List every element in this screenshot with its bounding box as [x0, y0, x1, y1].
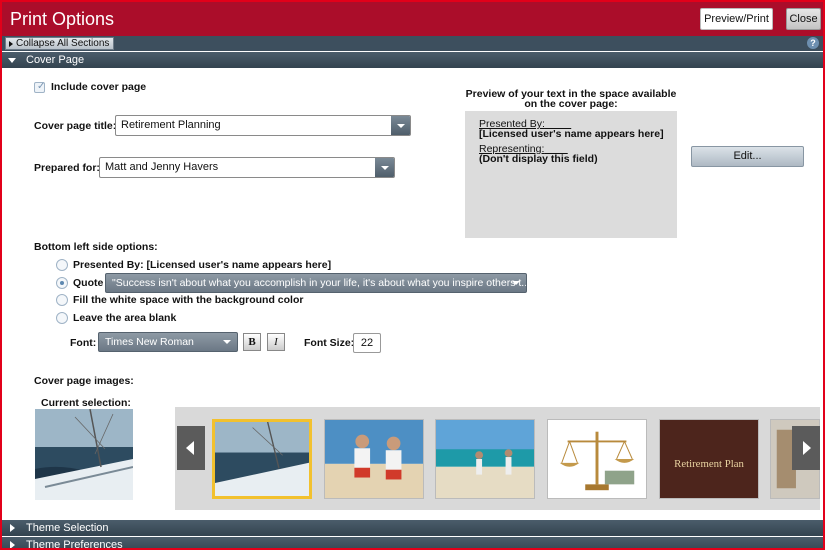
thumbnail-children-running[interactable]: [324, 419, 424, 499]
font-size-label: Font Size:: [304, 337, 355, 349]
cover-title-label: Cover page title:: [34, 120, 117, 132]
chevron-down-icon: [512, 281, 520, 285]
include-cover-checkbox[interactable]: ✓: [34, 81, 46, 93]
include-cover-label: Include cover page: [51, 81, 147, 93]
current-selection-image: [35, 409, 133, 500]
radio-leave-blank[interactable]: [56, 312, 68, 324]
cover-image-gallery: Retirement Plan: [175, 407, 820, 510]
radio-fill-background[interactable]: [56, 294, 68, 306]
quote-value: "Success isn't about what you accomplish…: [112, 277, 527, 289]
radio-presented-by[interactable]: [56, 259, 68, 271]
cover-title-value: Retirement Planning: [121, 119, 221, 131]
quote-select[interactable]: "Success isn't about what you accomplish…: [105, 273, 527, 293]
cover-text-preview: Presented By: [Licensed user's name appe…: [465, 111, 677, 238]
window-title: Print Options: [10, 9, 115, 29]
prepared-for-select[interactable]: Matt and Jenny Havers: [99, 157, 395, 178]
font-value: Times New Roman: [105, 336, 194, 348]
caret-down-icon: [8, 58, 16, 63]
prepared-for-value: Matt and Jenny Havers: [105, 161, 219, 173]
font-label: Font:: [70, 337, 97, 349]
radio-presented-by-label: Presented By: [Licensed user's name appe…: [73, 259, 332, 271]
section-header-cover-page[interactable]: Cover Page: [2, 52, 823, 68]
preview-presented-value: [Licensed user's name appears here]: [479, 128, 664, 140]
font-size-input[interactable]: 22: [353, 333, 381, 353]
section-title-cover-page: Cover Page: [26, 54, 85, 66]
caret-right-icon: [10, 541, 15, 548]
print-options-window: Print Options Preview/Print Close Collap…: [0, 0, 825, 550]
font-select[interactable]: Times New Roman: [98, 332, 238, 352]
preview-heading-line2: on the cover page:: [524, 98, 618, 110]
chevron-down-icon: [375, 158, 394, 177]
caret-right-icon: [10, 524, 15, 532]
thumbnail-retirement-plan-book[interactable]: Retirement Plan: [659, 419, 759, 499]
section-header-theme-preferences[interactable]: Theme Preferences: [2, 537, 823, 550]
book-title-text: Retirement Plan: [674, 458, 744, 470]
preview-print-button[interactable]: Preview/Print: [700, 8, 773, 30]
section-header-theme-selection[interactable]: Theme Selection: [2, 520, 823, 536]
caret-right-icon: [9, 41, 13, 47]
radio-quote[interactable]: [56, 277, 68, 289]
thumbnail-couple-on-beach[interactable]: [435, 419, 535, 499]
help-icon[interactable]: ?: [807, 37, 819, 49]
chevron-down-icon: [391, 116, 410, 135]
radio-fill-background-label: Fill the white space with the background…: [73, 294, 304, 306]
italic-button[interactable]: I: [267, 333, 285, 351]
gallery-next-arrow-icon[interactable]: [792, 426, 820, 470]
prepared-for-label: Prepared for:: [34, 162, 100, 174]
thumbnail-sailboat[interactable]: [212, 419, 312, 499]
title-bar: Print Options Preview/Print Close: [2, 2, 823, 36]
preview-heading: Preview of your text in the space availa…: [465, 89, 677, 110]
radio-quote-label: Quote: [73, 277, 104, 289]
bottom-left-heading: Bottom left side options:: [34, 241, 158, 253]
cover-images-heading: Cover page images:: [34, 375, 134, 387]
close-button[interactable]: Close: [786, 8, 821, 30]
collapse-bar: Collapse All Sections ?: [2, 36, 823, 51]
chevron-down-icon: [223, 340, 231, 344]
gallery-prev-arrow-icon[interactable]: [177, 426, 205, 470]
section-title-theme-preferences: Theme Preferences: [26, 539, 123, 550]
preview-representing-value: (Don't display this field): [479, 153, 598, 165]
radio-leave-blank-label: Leave the area blank: [73, 312, 177, 324]
current-selection-label: Current selection:: [41, 397, 131, 409]
bold-button[interactable]: B: [243, 333, 261, 351]
collapse-all-button[interactable]: Collapse All Sections: [5, 37, 115, 50]
checkmark-icon: ✓: [37, 81, 46, 92]
section-title-theme-selection: Theme Selection: [26, 522, 109, 534]
collapse-all-label: Collapse All Sections: [16, 38, 110, 49]
thumbnail-scales-of-justice[interactable]: [547, 419, 647, 499]
edit-button[interactable]: Edit...: [691, 146, 804, 167]
cover-title-select[interactable]: Retirement Planning: [115, 115, 411, 136]
